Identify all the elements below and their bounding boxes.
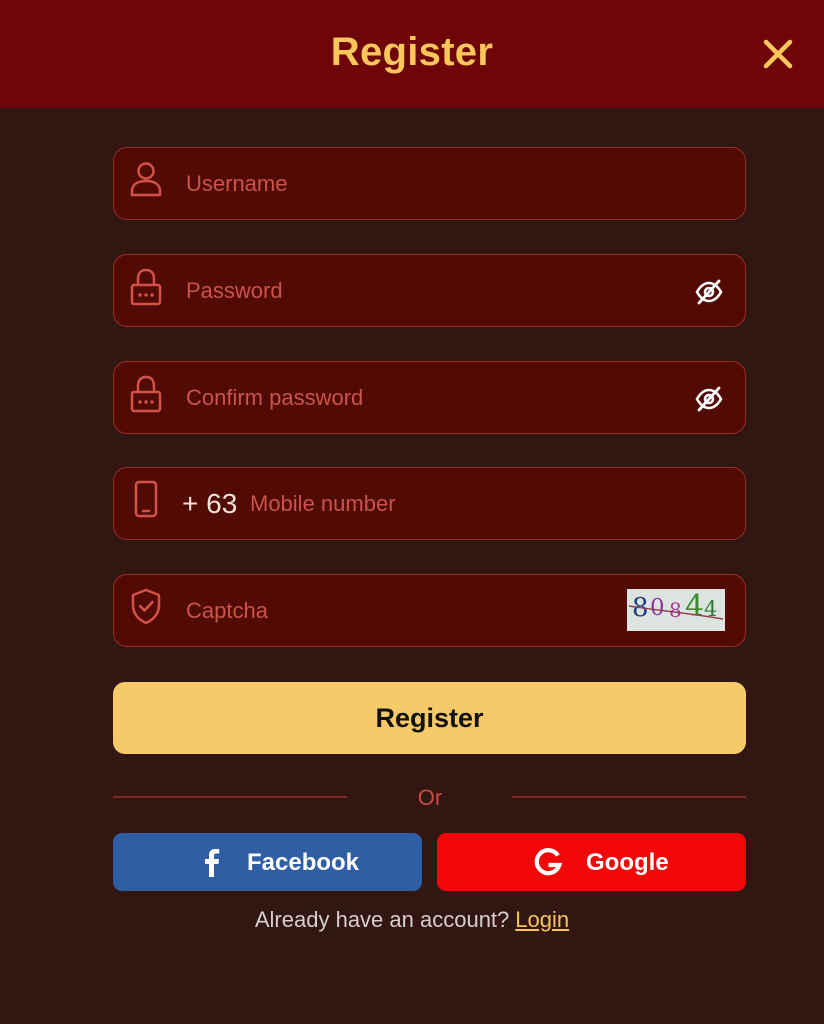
lock-icon bbox=[130, 375, 162, 413]
mobile-field[interactable]: + 63 bbox=[113, 467, 746, 540]
login-prompt-text: Already have an account? bbox=[254, 907, 510, 932]
facebook-button[interactable]: Facebook bbox=[113, 833, 422, 891]
eye-off-icon[interactable] bbox=[694, 277, 724, 307]
google-icon bbox=[534, 848, 563, 876]
captcha-field[interactable]: 8 0 8 4 4 bbox=[113, 574, 746, 647]
or-divider-text: Or bbox=[417, 785, 443, 810]
user-icon bbox=[130, 162, 162, 197]
confirm-password-input[interactable] bbox=[186, 376, 666, 420]
shield-check-icon bbox=[131, 588, 161, 625]
divider-left bbox=[113, 796, 347, 798]
page-title: Register bbox=[330, 30, 494, 74]
captcha-input[interactable] bbox=[186, 589, 606, 633]
facebook-label: Facebook bbox=[247, 849, 360, 876]
lock-icon bbox=[130, 268, 162, 306]
divider-right bbox=[512, 796, 746, 798]
register-button[interactable]: Register bbox=[113, 682, 746, 754]
captcha-image[interactable]: 8 0 8 4 4 bbox=[627, 589, 725, 631]
username-field[interactable] bbox=[113, 147, 746, 220]
password-field[interactable] bbox=[113, 254, 746, 327]
mobile-input[interactable] bbox=[250, 482, 690, 526]
password-input[interactable] bbox=[186, 269, 666, 313]
google-label: Google bbox=[586, 849, 669, 876]
phone-icon bbox=[134, 480, 158, 518]
google-button[interactable]: Google bbox=[437, 833, 746, 891]
header-bar: Register bbox=[0, 0, 824, 108]
country-code: + 63 bbox=[182, 488, 238, 519]
login-prompt: Already have an account? Login bbox=[0, 907, 824, 933]
username-input[interactable] bbox=[186, 162, 666, 206]
confirm-password-field[interactable] bbox=[113, 361, 746, 434]
login-link[interactable]: Login bbox=[515, 907, 569, 932]
close-icon[interactable] bbox=[760, 36, 796, 72]
facebook-icon bbox=[205, 849, 220, 877]
eye-off-icon[interactable] bbox=[694, 384, 724, 414]
